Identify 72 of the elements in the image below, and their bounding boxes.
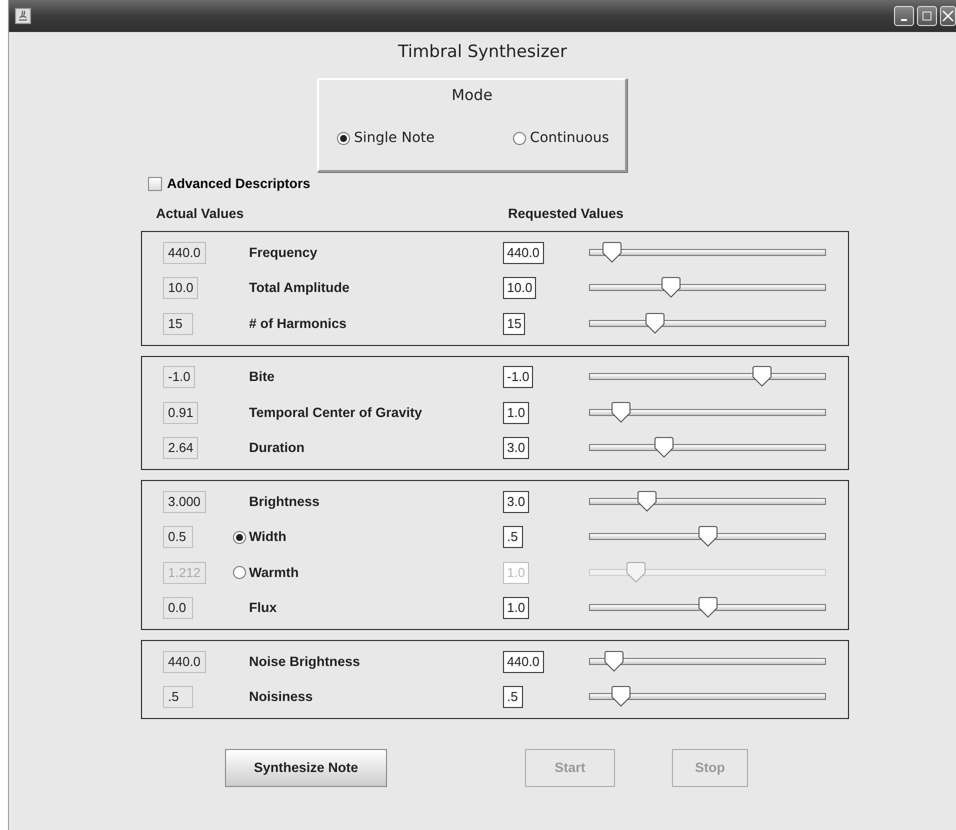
descriptor-label: Bite	[249, 368, 275, 386]
requested-value-field[interactable]: 440.0	[503, 650, 544, 673]
actual-value: 440.0	[163, 650, 206, 673]
slider-thumb[interactable]	[610, 402, 631, 423]
requested-value-field[interactable]: -1.0	[503, 366, 534, 388]
requested-value-field[interactable]: 1.0	[503, 597, 530, 620]
slider-thumb[interactable]	[636, 490, 657, 512]
slider-thumb[interactable]	[604, 650, 624, 672]
descriptor-label: Noise Brightness	[249, 652, 360, 671]
slider[interactable]	[589, 562, 826, 584]
descriptor-label: Temporal Center of Gravity	[249, 404, 422, 422]
actual-value: 0.5	[163, 526, 193, 548]
minimize-button[interactable]	[894, 6, 914, 26]
slider[interactable]	[589, 490, 826, 513]
actual-value: 440.0	[163, 242, 206, 264]
requested-value-field[interactable]: 10.0	[503, 277, 536, 300]
slider[interactable]	[589, 650, 826, 673]
actual-values-header: Actual Values	[156, 204, 245, 223]
slider[interactable]	[589, 312, 826, 335]
action-button[interactable]: Synthesize Note	[225, 749, 387, 787]
mode-radio-button[interactable]: Single Note	[337, 128, 435, 149]
app-title: Timbral Synthesizer	[397, 41, 568, 64]
descriptor-label: Total Amplitude	[249, 279, 350, 298]
requested-value-field[interactable]: 440.0	[503, 242, 544, 264]
actual-value: 1.212	[163, 562, 206, 584]
descriptor-radio-button[interactable]: Width	[233, 527, 286, 548]
slider-thumb[interactable]	[660, 277, 681, 298]
slider[interactable]	[589, 277, 826, 300]
slider-thumb[interactable]	[698, 597, 718, 618]
slider-thumb[interactable]	[752, 366, 772, 388]
descriptor-label: Noisiness	[249, 688, 313, 706]
close-icon	[942, 10, 954, 22]
requested-value-field[interactable]: 15	[503, 312, 526, 335]
actual-value: 0.0	[163, 597, 193, 620]
slider[interactable]	[589, 686, 826, 708]
slider-thumb[interactable]	[654, 437, 674, 458]
descriptor-label: Flux	[249, 599, 277, 618]
slider-thumb[interactable]	[698, 526, 718, 548]
actual-value: .5	[163, 686, 193, 708]
slider[interactable]	[589, 597, 826, 620]
minimize-icon	[901, 19, 907, 21]
requested-values-header: Requested Values	[508, 204, 624, 223]
descriptor-label: # of Harmonics	[249, 314, 347, 333]
requested-value-field[interactable]: 3.0	[503, 437, 530, 460]
requested-value-field[interactable]: 1.0	[503, 402, 530, 424]
actual-value: 0.91	[163, 402, 198, 424]
slider-thumb[interactable]	[610, 686, 631, 708]
actual-value: 15	[163, 312, 193, 335]
slider[interactable]	[589, 526, 826, 548]
slider-thumb[interactable]	[645, 312, 666, 334]
slider[interactable]	[589, 437, 826, 460]
close-button[interactable]	[940, 6, 956, 26]
actual-value: -1.0	[163, 366, 196, 388]
advanced-descriptors-checkbox[interactable]: Advanced Descriptors	[148, 174, 310, 194]
slider[interactable]	[589, 402, 826, 424]
slider[interactable]	[589, 242, 826, 264]
requested-value-field[interactable]: .5	[503, 686, 523, 708]
maximize-button[interactable]	[917, 6, 937, 26]
descriptor-label: Brightness	[249, 492, 320, 511]
mode-title: Mode	[450, 84, 494, 106]
maximize-icon	[922, 11, 932, 21]
requested-value-field[interactable]: .5	[503, 526, 523, 548]
app-icon	[15, 8, 31, 24]
requested-value-field[interactable]: 3.0	[503, 490, 530, 513]
slider-thumb[interactable]	[602, 242, 622, 263]
descriptor-label: Duration	[249, 439, 304, 458]
mode-radio-button[interactable]: Continuous	[512, 128, 609, 149]
actual-value: 10.0	[163, 277, 198, 300]
slider[interactable]	[589, 366, 826, 388]
actual-value: 3.000	[163, 490, 206, 513]
actual-value: 2.64	[163, 437, 198, 460]
descriptor-label: Frequency	[249, 244, 318, 262]
